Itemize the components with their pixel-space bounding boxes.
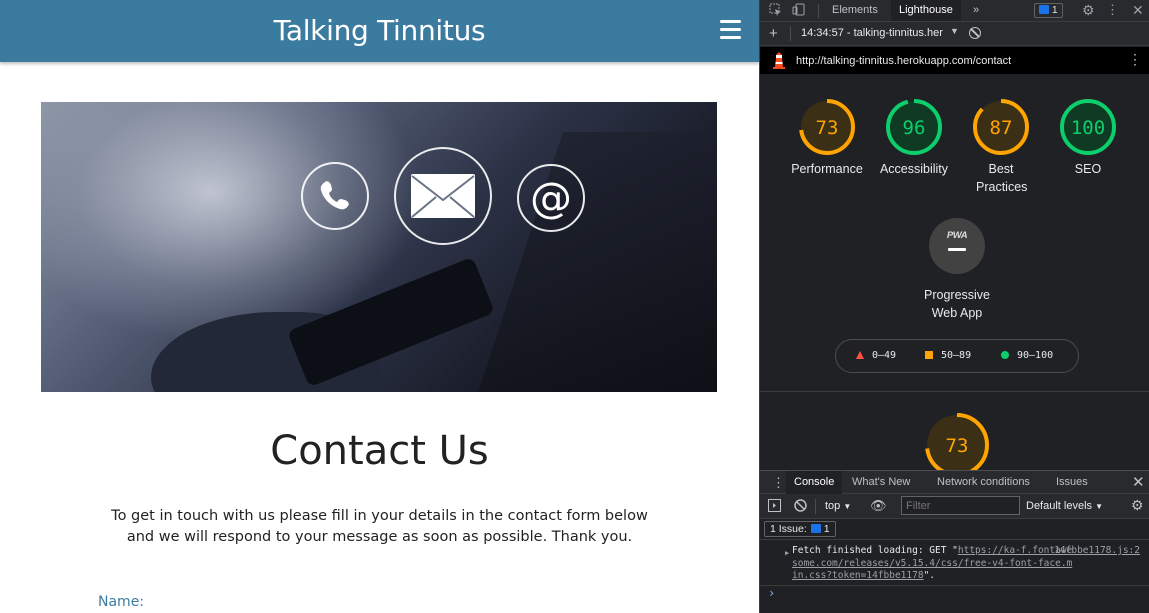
- issues-counter-badge[interactable]: 1: [1034, 3, 1063, 18]
- score-value: 73: [816, 117, 839, 139]
- more-options-icon[interactable]: ⋮: [1106, 2, 1119, 18]
- score-label: Best Practices: [976, 162, 1028, 194]
- drawer-menu-icon[interactable]: ⋮: [772, 475, 785, 491]
- tab-lighthouse[interactable]: Lighthouse: [891, 0, 961, 21]
- report-url: http://talking-tinnitus.herokuapp.com/co…: [796, 55, 1012, 67]
- console-toolbar: top ▼ 👁 Default levels ▼ ⚙: [760, 494, 1149, 519]
- live-expression-eye-icon[interactable]: 👁: [870, 498, 887, 514]
- legend-pass: 90–100: [1001, 350, 1053, 361]
- score-gauge-seo[interactable]: 100 SEO: [1043, 96, 1133, 178]
- context-value: top: [825, 500, 841, 512]
- inspect-element-icon[interactable]: [769, 3, 782, 19]
- report-url-bar: http://talking-tinnitus.herokuapp.com/co…: [760, 47, 1149, 74]
- drawer-tab-bar: ⋮ Console What's New Network conditions …: [760, 470, 1149, 494]
- devtools-panel: Elements Lighthouse » 1 ⚙ ⋮ ✕ + 14:34:57…: [759, 0, 1149, 613]
- envelope-icon: [394, 147, 492, 245]
- pwa-gauge[interactable]: PWA Progressive Web App: [912, 218, 1002, 322]
- legend-pass-range: 90–100: [1017, 350, 1054, 361]
- drawer-tab-network-conditions[interactable]: Network conditions: [929, 471, 1038, 494]
- pass-circle-icon: [1001, 351, 1009, 359]
- console-log-entry: ▶ Fetch finished loading: GET "https://k…: [760, 540, 1149, 586]
- sidebar-toggle-icon[interactable]: [768, 499, 781, 515]
- devtools-tab-bar: Elements Lighthouse » 1 ⚙ ⋮ ✕: [760, 0, 1149, 22]
- legend-fail: 0–49: [856, 350, 896, 361]
- score-gauge-accessibility[interactable]: 96 Accessibility: [869, 96, 959, 178]
- legend-average: 50–89: [925, 350, 971, 361]
- name-field-label: Name:: [98, 594, 145, 610]
- score-value: 96: [903, 117, 926, 139]
- issues-label: 1 Issue:: [770, 523, 807, 535]
- site-title[interactable]: Talking Tinnitus: [0, 14, 759, 47]
- pwa-label: Progressive Web App: [924, 288, 990, 320]
- performance-detail-score: 73: [946, 435, 969, 457]
- drawer-tab-console[interactable]: Console: [786, 471, 843, 494]
- score-label: Accessibility: [879, 162, 949, 176]
- console-settings-icon[interactable]: ⚙: [1131, 497, 1144, 514]
- clear-reports-icon[interactable]: [969, 27, 981, 39]
- console-issues-row: 1 Issue: 1: [760, 519, 1149, 540]
- score-label: SEO: [1074, 162, 1102, 176]
- pwa-badge-text: PWA: [946, 230, 968, 241]
- settings-gear-icon[interactable]: ⚙: [1082, 2, 1095, 19]
- tab-elements[interactable]: Elements: [824, 0, 886, 21]
- phone-icon: [301, 162, 369, 230]
- legend-fail-range: 0–49: [872, 350, 897, 361]
- score-value: 87: [990, 117, 1013, 139]
- average-square-icon: [925, 351, 933, 359]
- context-selector[interactable]: top ▼: [825, 500, 851, 512]
- lighthouse-toolbar: + 14:34:57 - talking-tinnitus.her ▼: [760, 22, 1149, 46]
- expand-triangle-icon[interactable]: ▶: [785, 547, 789, 560]
- clear-console-icon[interactable]: [794, 499, 807, 515]
- log-message-prefix: Fetch finished loading: GET ": [792, 545, 958, 556]
- report-dropdown-caret-icon[interactable]: ▼: [950, 26, 959, 36]
- site-header: Talking Tinnitus: [0, 0, 759, 62]
- report-selector[interactable]: 14:34:57 - talking-tinnitus.her: [801, 27, 943, 39]
- contact-intro-text: To get in touch with us please fill in y…: [111, 508, 648, 545]
- new-report-plus-icon[interactable]: +: [769, 25, 778, 42]
- hero-image: @: [41, 102, 717, 392]
- score-legend: 0–49 50–89 90–100: [835, 339, 1079, 373]
- close-drawer-icon[interactable]: ✕: [1132, 473, 1145, 491]
- score-label: Performance: [791, 162, 863, 176]
- score-gauge-best-practices[interactable]: 87 Best Practices: [956, 96, 1046, 196]
- score-gauge-performance[interactable]: 73 Performance: [782, 96, 872, 178]
- contact-heading: Contact Us: [270, 428, 489, 474]
- console-prompt-icon[interactable]: ›: [768, 586, 775, 600]
- at-sign-icon: @: [517, 164, 585, 232]
- fail-triangle-icon: [856, 351, 864, 359]
- drawer-tab-whats-new[interactable]: What's New: [844, 471, 918, 494]
- score-gauges: 73 Performance 96 Accessibility 87 Best Pract…: [760, 74, 1149, 392]
- log-message-suffix: ".: [923, 570, 936, 581]
- performance-detail-gauge: 73: [922, 410, 992, 470]
- more-tabs-button[interactable]: »: [965, 0, 987, 21]
- console-issues-button[interactable]: 1 Issue: 1: [764, 521, 836, 537]
- lighthouse-logo-icon: [773, 52, 785, 69]
- score-value: 100: [1071, 117, 1105, 139]
- website-viewport: Talking Tinnitus @ Contact Us To get in …: [0, 0, 759, 613]
- legend-average-range: 50–89: [941, 350, 972, 361]
- device-toolbar-icon[interactable]: [792, 3, 806, 19]
- pwa-badge-icon: PWA: [929, 218, 985, 274]
- hamburger-menu-icon[interactable]: [720, 20, 741, 39]
- log-levels-value: Default levels: [1026, 500, 1093, 512]
- log-source-link[interactable]: 14fbbe1178.js:2: [1054, 545, 1140, 558]
- console-issues-count: 1: [823, 523, 830, 535]
- report-menu-icon[interactable]: ⋮: [1128, 51, 1142, 68]
- log-levels-dropdown[interactable]: Default levels ▼: [1026, 500, 1103, 512]
- drawer-tab-issues[interactable]: Issues: [1048, 471, 1096, 494]
- issues-count: 1: [1052, 5, 1058, 16]
- close-devtools-icon[interactable]: ✕: [1132, 2, 1144, 19]
- console-filter-input[interactable]: [901, 496, 1020, 515]
